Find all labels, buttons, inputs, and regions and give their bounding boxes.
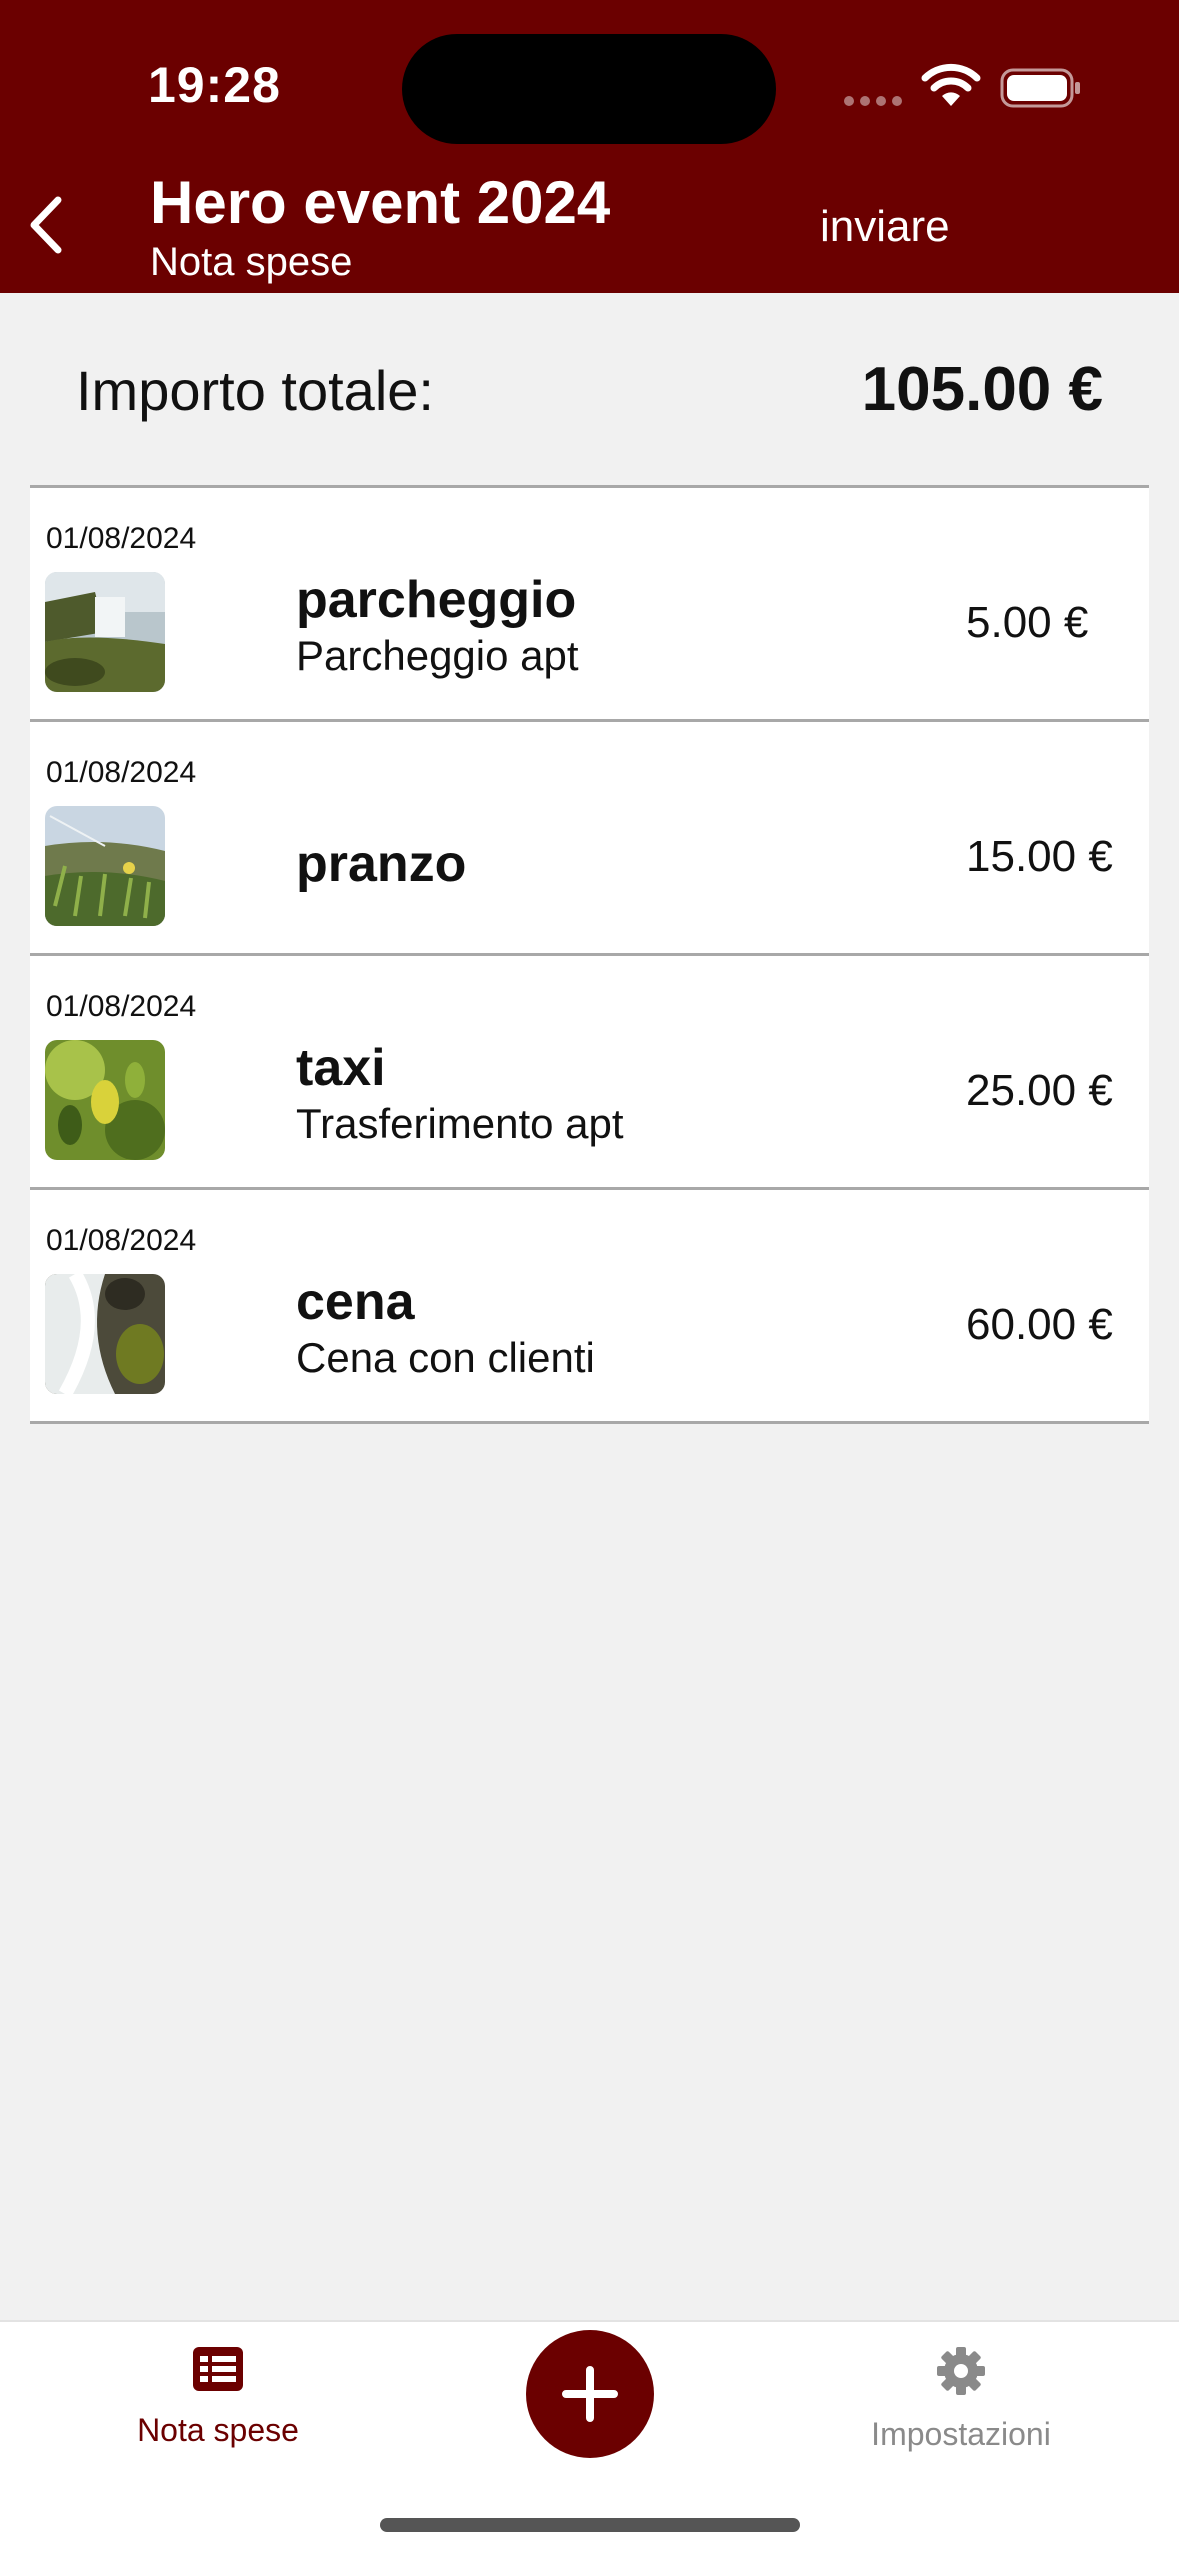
- expense-amount: 60.00 €: [966, 1300, 1113, 1349]
- expense-description: Trasferimento apt: [296, 1100, 624, 1147]
- battery-icon: [1000, 68, 1080, 108]
- tab-label: Impostazioni: [871, 2416, 1051, 2452]
- expense-category: parcheggio: [296, 571, 577, 629]
- tab-label: Nota spese: [137, 2412, 299, 2448]
- expense-amount: 15.00 €: [966, 832, 1113, 881]
- send-button[interactable]: inviare: [820, 202, 950, 252]
- list-item[interactable]: 01/08/2024 cena Cena con clienti 60.00 €: [30, 1190, 1149, 1424]
- cellular-signal-icon: [844, 96, 902, 106]
- list-icon: [193, 2347, 243, 2391]
- expense-date: 01/08/2024: [46, 1224, 197, 1257]
- expense-category: taxi: [296, 1039, 386, 1097]
- list-item[interactable]: 01/08/2024 pranzo 15.00 €: [30, 722, 1149, 956]
- list-item[interactable]: 01/08/2024 taxi Trasferimento apt 25.00 …: [30, 956, 1149, 1190]
- page-title: Hero event 2024: [150, 169, 611, 236]
- total-label: Importo totale:: [76, 359, 434, 422]
- expense-amount: 5.00 €: [966, 598, 1089, 647]
- home-indicator: [380, 2518, 800, 2532]
- gear-icon: [937, 2347, 985, 2395]
- expense-date: 01/08/2024: [46, 990, 197, 1023]
- add-expense-button[interactable]: [526, 2330, 654, 2458]
- meadow-photo-thumbnail: [45, 806, 165, 926]
- wifi-icon: [921, 63, 981, 106]
- tab-impostazioni[interactable]: Impostazioni: [856, 2346, 1066, 2453]
- stream-photo-thumbnail: [45, 1274, 165, 1394]
- expense-list: 01/08/2024 parcheggio Parcheggio apt 5.0…: [30, 485, 1149, 1424]
- expense-description: Cena con clienti: [296, 1334, 595, 1381]
- waterfall-photo-thumbnail: [45, 572, 165, 692]
- list-item[interactable]: 01/08/2024 parcheggio Parcheggio apt 5.0…: [30, 488, 1149, 722]
- expense-category: cena: [296, 1273, 415, 1331]
- expense-date: 01/08/2024: [46, 522, 197, 555]
- page-subtitle: Nota spese: [150, 240, 353, 284]
- plus-icon: [562, 2366, 618, 2422]
- expense-description: Parcheggio apt: [296, 632, 579, 679]
- expense-date: 01/08/2024: [46, 756, 197, 789]
- back-chevron-icon[interactable]: [22, 194, 72, 256]
- dynamic-island: [402, 34, 776, 144]
- leaves-photo-thumbnail: [45, 1040, 165, 1160]
- app-header: 19:28 Hero event 2024 Nota spese inviare: [0, 0, 1179, 293]
- tab-nota-spese[interactable]: Nota spese: [118, 2346, 318, 2449]
- status-time: 19:28: [148, 57, 281, 113]
- expense-category: pranzo: [296, 835, 467, 893]
- expense-amount: 25.00 €: [966, 1066, 1113, 1115]
- total-value: 105.00 €: [861, 355, 1103, 424]
